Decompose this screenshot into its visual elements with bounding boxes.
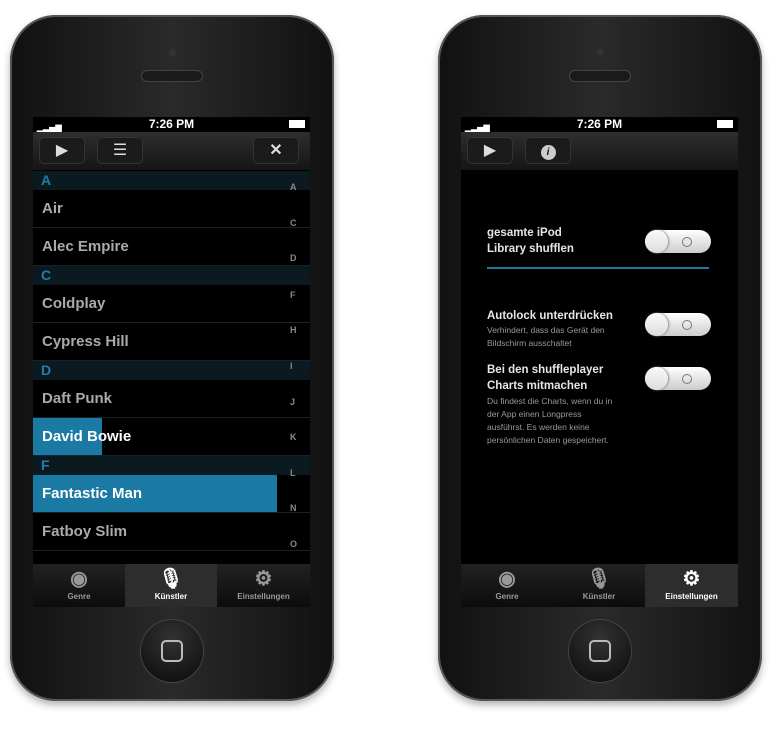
artist-screen: ▂▃▅▇ 7:26 PM ▶ ☰ ✕ A Air Alec Empire C C…: [33, 117, 310, 607]
section-header: F: [33, 456, 310, 475]
artist-list: A Air Alec Empire C Coldplay Cypress Hil…: [33, 171, 310, 564]
tab-bar: ◉ Genre 🎙 Künstler ⚙ Einstellungen: [33, 564, 310, 607]
index-letter[interactable]: J: [290, 397, 295, 407]
list-item[interactable]: Air: [33, 190, 310, 228]
play-icon: ▶: [483, 142, 497, 159]
close-icon: ✕: [269, 142, 283, 159]
play-button[interactable]: ▶: [468, 138, 512, 163]
list-item[interactable]: David Bowie: [33, 418, 310, 456]
setting-title: Bei den shuffleplayer Charts mitmachen: [487, 364, 604, 392]
disc-icon: ◉: [498, 568, 516, 590]
gear-icon: ⚙: [254, 568, 273, 590]
battery-icon: [717, 120, 733, 128]
toggle-library-shuffle[interactable]: [645, 230, 711, 253]
setting-title: Autolock unterdrücken: [487, 310, 613, 322]
index-letter[interactable]: N: [290, 503, 297, 513]
setting-description: Verhindert, dass das Gerät den Bildschirm…: [487, 325, 605, 348]
list-item[interactable]: Cypress Hill: [33, 323, 310, 361]
toolbar: ▶ ☰ ✕: [33, 132, 310, 170]
section-header: C: [33, 266, 310, 285]
list-item[interactable]: Alec Empire: [33, 228, 310, 266]
section-header: A: [33, 171, 310, 190]
index-letter[interactable]: F: [290, 290, 296, 300]
speaker: [142, 71, 202, 81]
tab-genre[interactable]: ◉ Genre: [461, 564, 553, 607]
tab-artists[interactable]: 🎙 Künstler: [125, 564, 217, 607]
tab-artists[interactable]: 🎙 Künstler: [553, 564, 645, 607]
close-button[interactable]: ✕: [254, 138, 298, 163]
status-bar: ▂▃▅▇ 7:26 PM: [461, 117, 738, 133]
index-letter[interactable]: A: [290, 182, 297, 192]
tab-settings[interactable]: ⚙ Einstellungen: [217, 564, 310, 607]
camera: [597, 49, 604, 56]
tab-genre[interactable]: ◉ Genre: [33, 564, 125, 607]
battery-icon: [289, 120, 305, 128]
phone-right: ▂▃▅▇ 7:26 PM ▶ i gesamte iPod Library shu…: [438, 15, 762, 701]
status-bar: ▂▃▅▇ 7:26 PM: [33, 117, 310, 133]
list-item[interactable]: Daft Punk: [33, 380, 310, 418]
tab-bar: ◉ Genre 🎙 Künstler ⚙ Einstellungen: [461, 564, 738, 607]
list-item[interactable]: Coldplay: [33, 285, 310, 323]
divider: [487, 267, 709, 269]
info-button[interactable]: i: [526, 138, 570, 163]
toggle-charts[interactable]: [645, 367, 711, 390]
speaker: [570, 71, 630, 81]
play-icon: ▶: [55, 142, 69, 159]
list-item[interactable]: Fantastic Man: [33, 475, 310, 513]
info-icon: i: [540, 145, 556, 160]
tab-settings[interactable]: ⚙ Einstellungen: [645, 564, 738, 607]
clock: 7:26 PM: [576, 117, 623, 131]
index-letter[interactable]: O: [290, 539, 297, 549]
phone-left: ▂▃▅▇ 7:26 PM ▶ ☰ ✕ A Air Alec Empire C C…: [10, 15, 334, 701]
settings-screen: ▂▃▅▇ 7:26 PM ▶ i gesamte iPod Library shu…: [461, 117, 738, 607]
disc-icon: ◉: [70, 568, 88, 590]
toolbar: ▶ i: [461, 132, 738, 170]
index-letter[interactable]: L: [290, 468, 296, 478]
index-letter[interactable]: H: [290, 325, 297, 335]
gear-icon: ⚙: [682, 568, 701, 590]
play-button[interactable]: ▶: [40, 138, 84, 163]
camera: [169, 49, 176, 56]
microphone-icon: 🎙: [586, 568, 612, 590]
clock: 7:26 PM: [148, 117, 195, 131]
index-letter[interactable]: I: [290, 361, 293, 371]
home-button[interactable]: [141, 620, 203, 682]
index-letter[interactable]: K: [290, 432, 297, 442]
toggle-autolock[interactable]: [645, 313, 711, 336]
setting-title: gesamte iPod Library shufflen: [487, 227, 574, 255]
index-letter[interactable]: D: [290, 253, 297, 263]
section-header: D: [33, 361, 310, 380]
list-item[interactable]: Fatboy Slim: [33, 513, 310, 551]
queue-button[interactable]: ☰: [98, 138, 142, 163]
setting-description: Du findest die Charts, wenn du in der App…: [487, 396, 613, 445]
index-letter[interactable]: C: [290, 218, 297, 228]
queue-icon: ☰: [112, 142, 128, 159]
home-button[interactable]: [569, 620, 631, 682]
microphone-icon: 🎙: [158, 568, 184, 590]
